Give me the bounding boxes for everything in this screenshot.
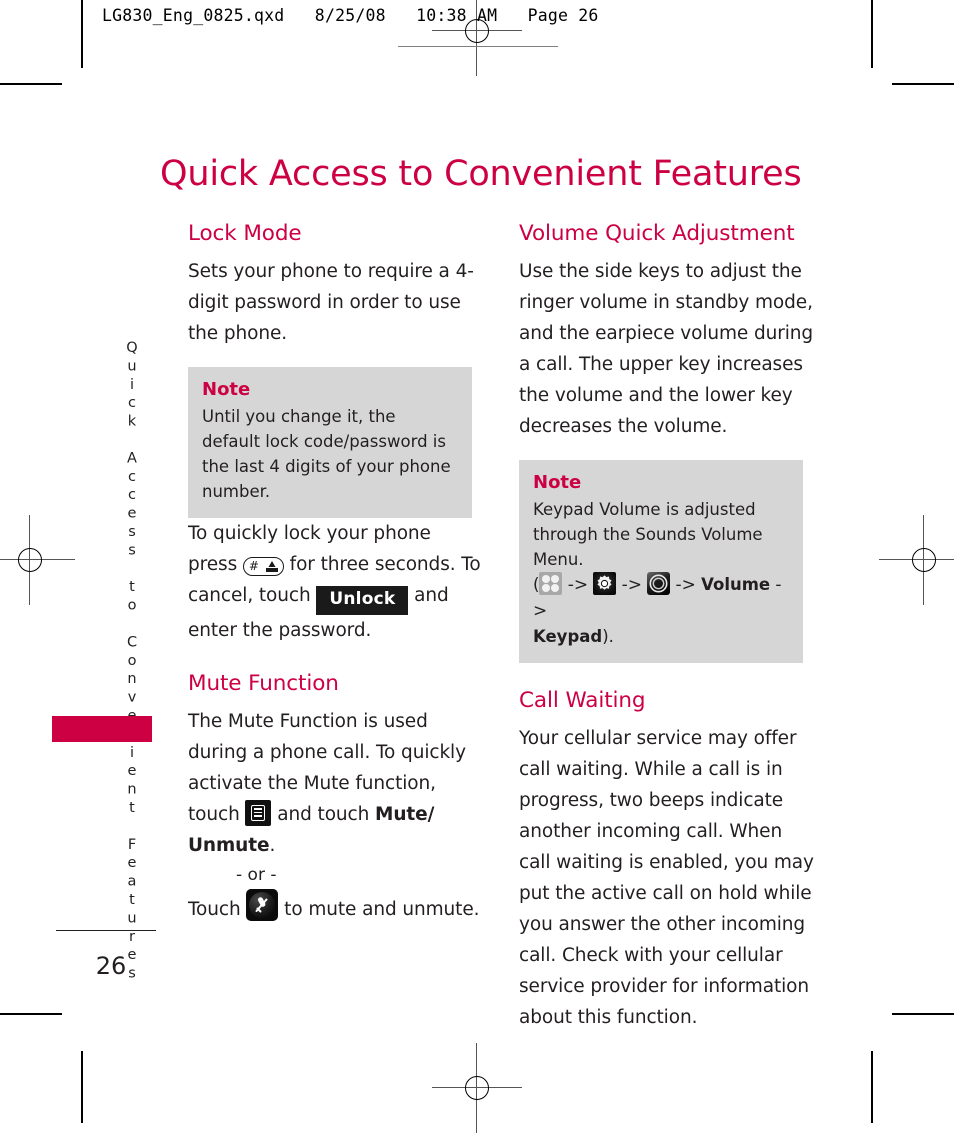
gear-glyph: [597, 575, 612, 591]
path-arrow-1: ->: [567, 575, 589, 596]
note-box-keypad-volume: Note Keypad Volume is adjusted through t…: [519, 459, 803, 664]
crop-mark-top-right-vertical: [871, 0, 873, 68]
paragraph-volume-quick-adjustment: Use the side keys to adjust the ringer v…: [519, 260, 814, 437]
slug-underline: [398, 46, 558, 47]
running-chapter-label: Quick Access to Convenient Features: [124, 340, 140, 984]
path-keypad-label: Keypad: [533, 627, 603, 647]
note-line-2: through the Sounds Volume Menu.: [533, 525, 763, 570]
note-body: Until you change it, the default lock co…: [202, 407, 451, 502]
crop-mark-top-left-vertical: [81, 0, 83, 68]
crop-mark-bottom-left-horizontal: [0, 1013, 62, 1015]
folio-rule: [56, 930, 156, 931]
heading-mute-function: Mute Function: [188, 671, 339, 697]
menu-grid-icon: [539, 572, 563, 596]
touch-label: Touch: [188, 899, 241, 921]
menu-list-sheet: [251, 805, 266, 822]
page-title: Quick Access to Convenient Features: [160, 154, 802, 195]
microphone-slash-glyph: [255, 897, 268, 913]
hash-glyph: #: [248, 559, 259, 574]
page-number: 26: [95, 952, 127, 980]
crop-mark-bottom-left-vertical: [81, 1051, 83, 1123]
path-arrow-2: ->: [621, 575, 642, 596]
mute-text-2: and touch: [277, 804, 370, 826]
note-title: Note: [533, 471, 582, 493]
left-column: Lock Mode Sets your phone to require a 4…: [188, 221, 484, 925]
mute-microphone-icon: [246, 889, 279, 922]
menu-list-icon: [245, 800, 272, 827]
paragraph-mute-function: The Mute Function is used during a phone…: [188, 706, 484, 861]
registration-mark-bottom: [432, 1043, 522, 1133]
heading-call-waiting: Call Waiting: [519, 688, 646, 714]
paragraph-call-waiting: Your cellular service may offer call wai…: [519, 728, 814, 1029]
crop-mark-bottom-right-vertical: [871, 1051, 873, 1123]
heading-volume-quick-adjustment: Volume Quick Adjustment: [519, 221, 795, 246]
space-lock-glyph: [265, 561, 278, 573]
print-slug-line: LG830_Eng_0825.qxd 8/25/08 10:38 AM Page…: [102, 6, 599, 25]
speaker-rings-glyph: [649, 574, 668, 593]
heading-lock-mode: Lock Mode: [188, 221, 302, 246]
chapter-tab-marker: [52, 716, 152, 742]
crop-mark-bottom-right-horizontal: [892, 1013, 954, 1015]
paragraph-lock-mode: Sets your phone to require a 4-digit pas…: [188, 260, 474, 344]
path-arrow-3: ->: [675, 575, 696, 596]
settings-gear-icon: [593, 572, 617, 596]
right-column: Volume Quick Adjustment Use the side key…: [519, 221, 815, 1033]
crop-mark-top-left-horizontal: [0, 83, 62, 85]
note-line-1: Keypad Volume is adjusted: [533, 500, 756, 520]
crop-mark-top-right-horizontal: [892, 83, 954, 85]
note-body: Keypad Volume is adjusted through the So…: [533, 497, 789, 649]
mute-text-3: .: [269, 835, 276, 857]
registration-mark-left: [0, 515, 75, 605]
touch-tail-text: to mute and unmute.: [284, 899, 480, 921]
path-close-paren: ).: [602, 627, 614, 647]
sounds-speaker-icon: [647, 572, 671, 596]
paragraph-touch-mute: Touch to mute and unmute.: [188, 889, 484, 925]
hash-space-key-icon: #: [242, 557, 284, 577]
note-title: Note: [202, 378, 251, 400]
note-box-lock-mode: Note Until you change it, the default lo…: [188, 366, 472, 519]
unlock-button[interactable]: Unlock: [316, 586, 409, 616]
or-separator: - or -: [236, 865, 277, 886]
path-volume-label: Volume: [701, 575, 771, 595]
registration-mark-right: [879, 515, 954, 605]
paragraph-quick-lock: To quickly lock your phone press # for t…: [188, 518, 484, 646]
